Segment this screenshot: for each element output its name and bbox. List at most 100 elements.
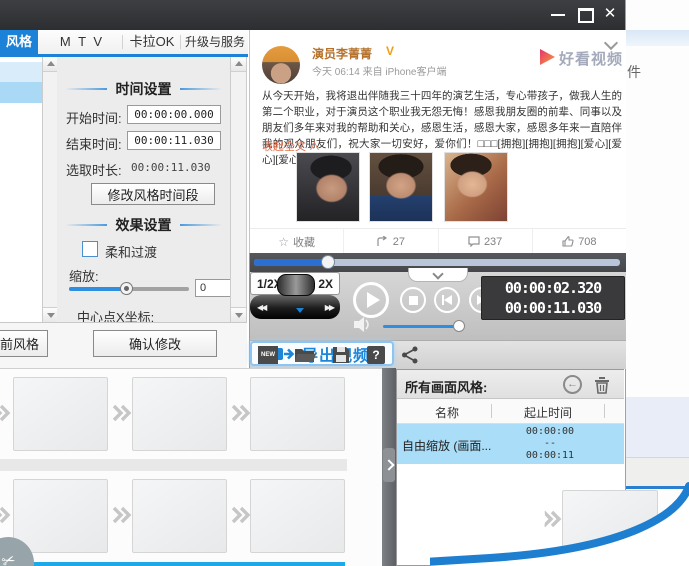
page-top-strip	[625, 30, 689, 46]
zoom-slider-handle[interactable]	[120, 282, 133, 295]
page-text-fragment: 件	[627, 64, 641, 80]
duration-label: 选取时长:	[66, 163, 122, 178]
storyboard-thumbnail[interactable]	[13, 377, 108, 451]
stats-like[interactable]: 708	[531, 229, 626, 253]
weibo-photo-3[interactable]	[444, 152, 508, 222]
volume-icon[interactable]	[354, 317, 376, 332]
soft-transition-checkbox[interactable]	[82, 241, 98, 257]
prev-frame-button[interactable]	[434, 287, 460, 313]
settings-panel: 时间设置 开始时间: 结束时间: 选取时长: 00:00:11.030 修改风格…	[57, 57, 230, 322]
tab-karaoke[interactable]: 卡拉OK	[124, 30, 180, 54]
seek-handle[interactable]	[321, 255, 335, 269]
scrollbar-settings[interactable]	[230, 57, 247, 322]
stats-repost[interactable]: 27	[343, 229, 437, 253]
storyboard-thumbnail[interactable]	[132, 479, 227, 553]
like-icon	[562, 236, 574, 247]
left-footer: 前风格 确认修改	[0, 322, 247, 369]
save-icon[interactable]	[332, 346, 350, 364]
like-count: 708	[578, 235, 597, 248]
sequence-arrow-icon	[230, 505, 252, 525]
jog-forward-icon: ▶▶	[324, 302, 335, 312]
tab-separator	[122, 35, 123, 49]
center-x-label: 中心点X坐标:	[77, 310, 155, 322]
styles-table-header: 名称 起止时间	[397, 399, 624, 424]
titlebar: ✕	[0, 0, 625, 30]
timeline-accent-line	[0, 562, 345, 566]
decor-line	[65, 224, 107, 226]
jog-wheel[interactable]: ◀◀ ▶▶	[250, 274, 340, 319]
column-header-name: 名称	[435, 406, 460, 420]
prev-style-button[interactable]: 前风格	[0, 330, 48, 357]
close-icon[interactable]: ✕	[601, 5, 619, 23]
storyboard-thumbnail[interactable]	[250, 377, 345, 451]
tab-separator	[180, 35, 181, 49]
storyboard-thumbnail[interactable]	[250, 479, 345, 553]
storyboard-thumbnail[interactable]	[132, 377, 227, 451]
confirm-modify-button[interactable]: 确认修改	[93, 330, 217, 357]
crop-swoosh-overlay	[430, 472, 689, 566]
minimize-icon[interactable]	[551, 14, 565, 16]
jog-knob[interactable]	[277, 274, 315, 296]
weibo-stats-bar: ☆ 收藏 27 237 708	[250, 228, 626, 253]
weibo-photo-2[interactable]	[369, 152, 433, 222]
stop-button[interactable]	[400, 287, 426, 313]
decor-line	[180, 224, 222, 226]
style-list-item[interactable]	[0, 62, 42, 82]
scroll-down-button[interactable]	[231, 307, 246, 322]
scissors-icon: ✂	[0, 551, 19, 566]
trash-icon[interactable]	[594, 376, 610, 394]
scroll-up-button[interactable]	[43, 57, 58, 72]
volume-handle[interactable]	[453, 320, 465, 332]
end-time-input[interactable]	[127, 131, 221, 150]
weibo-photo-1[interactable]	[296, 152, 360, 222]
styles-panel-title: 所有画面风格:	[405, 380, 488, 395]
start-time-input[interactable]	[127, 105, 221, 124]
speed-double-button[interactable]: 2X	[318, 277, 333, 291]
share-icon[interactable]	[401, 346, 419, 364]
tab-mtv[interactable]: M T V	[44, 30, 120, 54]
avatar	[262, 46, 300, 84]
soft-transition-label: 柔和过渡	[105, 245, 158, 260]
star-icon: ☆	[278, 234, 289, 249]
open-folder-icon[interactable]	[294, 346, 316, 364]
new-project-icon[interactable]: NEW	[258, 346, 278, 364]
end-time-label: 结束时间:	[66, 137, 122, 152]
weibo-username: 演员李菁菁	[312, 47, 373, 61]
stats-favorite[interactable]: ☆ 收藏	[250, 229, 343, 253]
undo-icon[interactable]: ←	[563, 375, 582, 394]
player-controls: 1/2X 1X 2X ◀◀ ▶▶ 00:00:02.320	[249, 272, 626, 340]
play-button[interactable]	[353, 282, 389, 318]
styles-panel-header: 所有画面风格: ←	[397, 370, 624, 399]
comment-icon	[468, 236, 480, 247]
collapse-tab[interactable]	[408, 268, 468, 282]
scroll-down-button[interactable]	[43, 307, 58, 322]
prev-frame-icon	[444, 295, 452, 305]
maximize-icon[interactable]	[578, 8, 594, 23]
stats-comment[interactable]: 237	[437, 229, 532, 253]
storyboard-thumbnail[interactable]	[13, 479, 108, 553]
total-time: 00:00:11.030	[504, 299, 602, 317]
jog-back-icon: ◀◀	[257, 302, 267, 312]
duration-value: 00:00:11.030	[131, 161, 211, 174]
volume-slider[interactable]	[383, 325, 463, 328]
scroll-up-button[interactable]	[231, 57, 246, 72]
sequence-arrow-icon	[0, 505, 12, 525]
panel-splitter[interactable]	[382, 368, 396, 566]
speed-marker-down-icon	[296, 308, 304, 313]
style-list-selected-item[interactable]	[0, 82, 42, 103]
stop-icon	[408, 295, 418, 305]
weibo-meta: 今天 06:14 来自 iPhone客户端	[312, 67, 447, 78]
play-icon	[366, 292, 380, 308]
column-separator	[604, 404, 605, 418]
modify-style-period-button[interactable]: 修改风格时间段	[91, 183, 215, 205]
help-icon[interactable]: ?	[367, 346, 385, 364]
tab-upgrade-service[interactable]: 升级与服务	[182, 30, 248, 54]
panel-collapse-handle[interactable]	[383, 448, 395, 482]
chevron-right-icon	[383, 459, 395, 471]
tab-bar: 风格 M T V 卡拉OK 升级与服务	[0, 30, 248, 54]
sequence-arrow-icon	[111, 505, 133, 525]
zoom-value-input[interactable]: 0	[195, 279, 230, 297]
sequence-arrow-icon	[230, 403, 252, 423]
time-display: 00:00:02.320 00:00:11.030	[481, 276, 625, 320]
tab-style[interactable]: 风格	[0, 30, 38, 54]
